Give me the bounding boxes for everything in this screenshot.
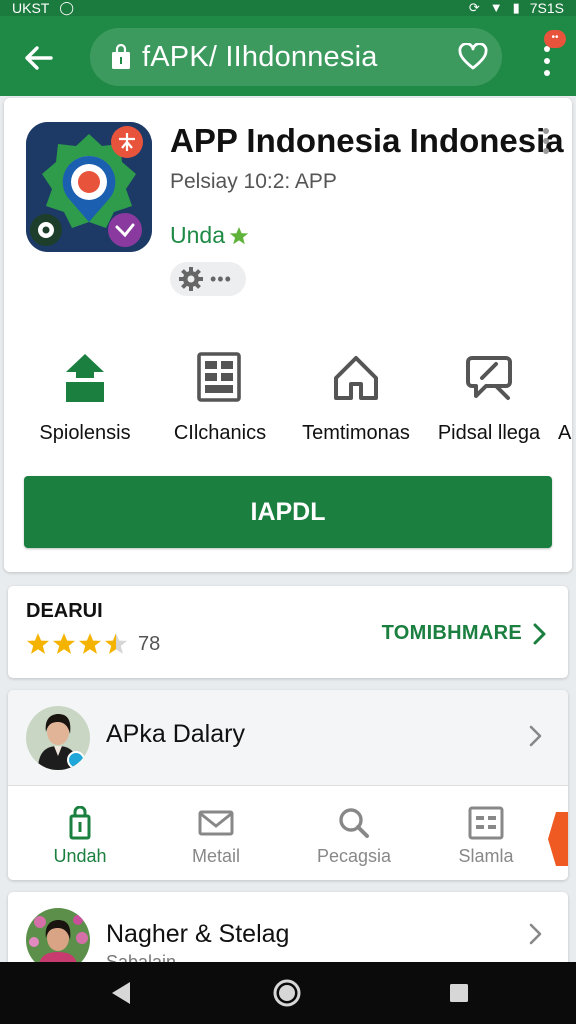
app-title: APP Indonesia Indonesia [170,122,564,159]
action-spiolensis[interactable]: Spiolensis [15,352,155,452]
tab-undah[interactable]: Undah [20,786,140,880]
notification-badge: •• [544,30,566,48]
profile-card-2[interactable]: Nagher & Stelag Sabalain [8,892,568,972]
grid-document-icon [197,352,241,402]
nav-home-button[interactable] [272,978,302,1008]
developer-link[interactable]: Unda [170,222,249,249]
favorite-button[interactable] [458,42,488,73]
app-logo [26,122,152,252]
bottom-tab-bar: Undah Metail Pecagsia Slamla [8,786,568,880]
star-icon [52,633,76,654]
status-left: UKST ◯ [12,0,74,16]
tab-pecagsia[interactable]: Pecagsia [294,786,414,880]
battery-icon: ▮ [512,0,520,15]
nav-back-button[interactable] [106,978,136,1008]
action-overflow-label: A [558,422,572,444]
menu-dot-icon [543,148,549,154]
menu-dot-icon [543,128,549,134]
half-star-icon [104,633,128,654]
action-pidsal-llega[interactable]: Pidsal llega [419,352,559,452]
menu-dot-icon [543,138,549,144]
house-icon [334,356,378,400]
app-subtitle: Pelsiay 10:2: APP [170,170,337,193]
rating-heading: DEARUI [26,600,103,622]
developer-name: Unda [170,222,225,248]
tab-label: Undah [53,846,107,866]
chevron-right-icon [533,623,546,644]
title-more-button[interactable] [542,128,550,154]
action-cilchanics[interactable]: CIlchanics [150,352,290,452]
triangle-back-icon [112,982,130,1004]
profile-row[interactable]: APka Dalary [8,690,568,786]
list-icon [468,806,504,840]
gear-icon [179,267,203,291]
bag-icon [69,806,91,840]
action-label: Pidsal llega [437,422,541,444]
profile-card: APka Dalary Undah Metail Pecagsia Slamla [8,690,568,880]
profile-2-name: Nagher & Stelag [106,920,290,948]
wifi-icon: ▼ [489,0,503,15]
see-more-label: TOMIBHMARE [381,622,522,644]
star-icon [78,633,102,654]
shopping-bag-icon [110,43,132,71]
quick-actions: Spiolensis CIlchanics Temtimonas Pidsal … [4,352,572,452]
side-tab-marker[interactable] [548,812,568,866]
install-button[interactable]: IAPDL [24,476,552,548]
action-label: Spiolensis [39,422,131,444]
tab-label: Metail [191,846,240,866]
sync-icon: ◯ [59,0,74,15]
status-carrier: UKST [12,0,50,16]
mail-icon [198,810,234,836]
tab-label: Slamla [458,846,514,866]
chat-icon [466,356,512,400]
status-right: ⟳ ▼ ▮ 7S1S [469,0,564,16]
search-icon [339,808,369,838]
nav-recents-button[interactable] [444,978,474,1008]
star-icon [26,633,50,654]
rating-card: DEARUI 78 TOMIBHMARE [8,586,568,678]
home-circle-icon [273,979,301,1007]
action-label: CIlchanics [173,422,267,444]
star-icon [229,226,249,244]
url-bar[interactable]: fAPK/ IIhdonnesia [90,28,502,86]
profile-name: APka Dalary [106,720,245,748]
menu-dot-icon [544,58,550,64]
app-details-card: APP Indonesia Indonesia Pelsiay 10:2: AP… [4,98,572,572]
rating-count: 78 [138,632,161,655]
back-arrow-icon [25,46,53,70]
chevron-right-icon [529,923,542,945]
tab-label: Pecagsia [316,846,392,866]
refresh-icon: ⟳ [468,0,480,15]
url-text: fAPK/ IIhdonnesia [142,40,378,73]
install-button-label: IAPDL [250,497,326,526]
star-rating: 78 [26,632,160,656]
settings-chip[interactable]: ••• [170,262,246,296]
menu-dot-icon [544,70,550,76]
square-recents-icon [450,984,468,1002]
status-bar: UKST ◯ ⟳ ▼ ▮ 7S1S [0,0,576,16]
heart-icon [458,42,488,70]
chevron-right-icon [529,725,542,747]
more-dots-icon: ••• [210,269,232,289]
action-temtimonas[interactable]: Temtimonas [286,352,426,452]
map-pin-gear-icon [26,122,152,252]
avatar [26,706,90,770]
status-time: 7S1S [529,0,564,16]
tab-slamla[interactable]: Slamla [426,786,546,880]
back-button[interactable] [18,38,58,78]
tab-metail[interactable]: Metail [156,786,276,880]
action-label: Temtimonas [302,422,410,444]
upload-icon [66,354,104,402]
system-nav-bar [0,962,576,1024]
app-bar: fAPK/ IIhdonnesia •• [0,16,576,96]
see-more-link[interactable]: TOMIBHMARE [382,622,546,645]
